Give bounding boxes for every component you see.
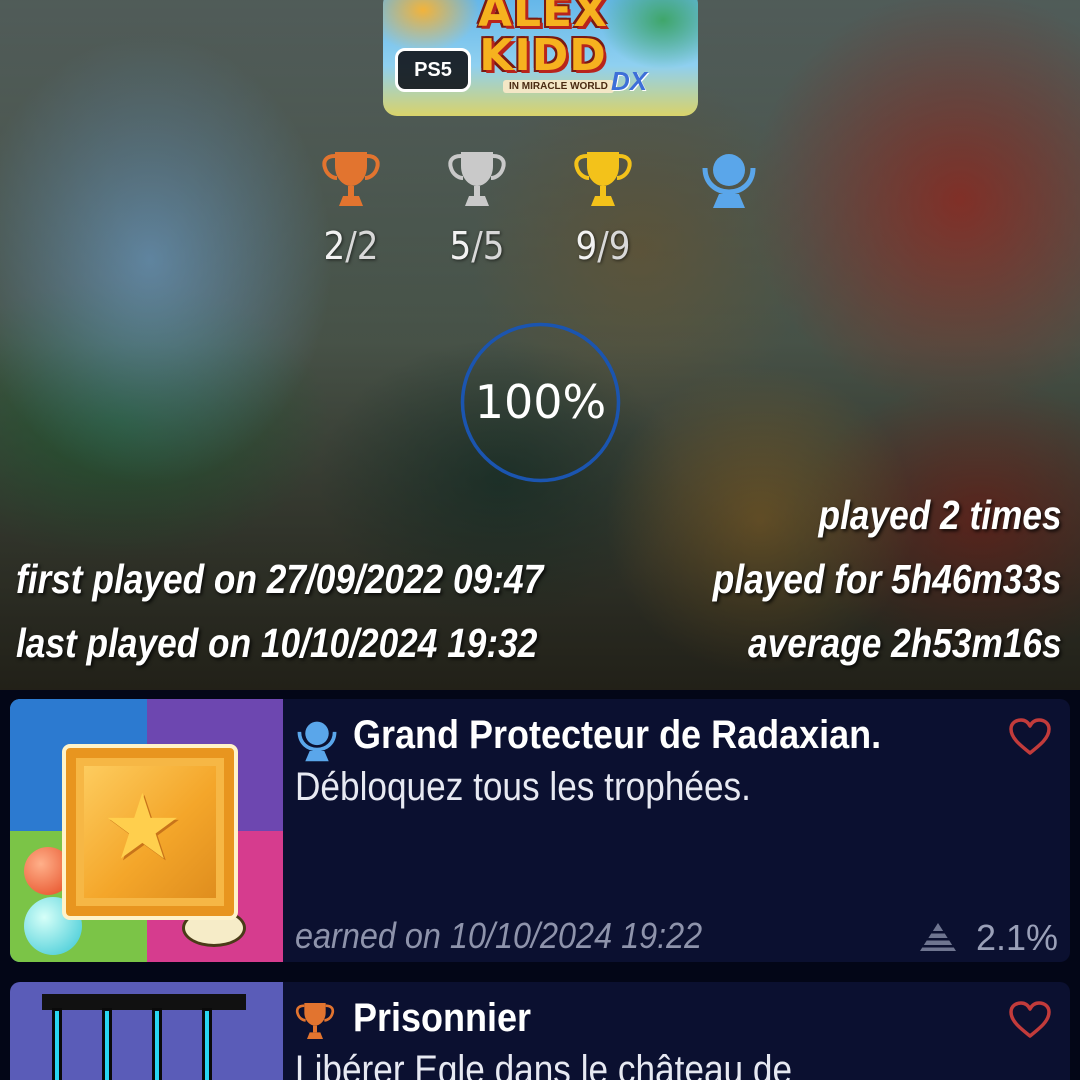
earned-date: earned on 10/10/2024 19:22 xyxy=(295,915,703,956)
trophy-thumbnail: ★ xyxy=(10,699,283,962)
cover-title: ALEX KIDD xyxy=(477,0,609,81)
bronze-total: 2 xyxy=(356,224,379,268)
trophy-description: Libérer Egle dans le château de xyxy=(295,1048,793,1080)
cover-subtitle: IN MIRACLE WORLD xyxy=(503,80,614,93)
game-cover: ALEX KIDD IN MIRACLE WORLD DX PS5 xyxy=(383,0,698,116)
platinum-trophy-stat xyxy=(674,148,784,210)
play-statistics: played 2 times first played on 27/09/202… xyxy=(0,492,1080,682)
trophy-name: Grand Protecteur de Radaxian. xyxy=(353,713,882,757)
last-played: last played on 10/10/2024 19:32 xyxy=(16,620,538,666)
cover-suffix: DX xyxy=(611,66,648,96)
first-played: first played on 27/09/2022 09:47 xyxy=(16,556,544,602)
gold-earned: 9 xyxy=(575,224,598,268)
gold-trophy-icon xyxy=(574,152,632,206)
count-separator: / xyxy=(471,224,483,268)
rarity-percent: 2.1% xyxy=(975,917,1058,958)
silver-trophy-icon xyxy=(448,152,506,206)
play-count: played 2 times xyxy=(818,492,1062,538)
silver-earned: 5 xyxy=(449,224,472,268)
gold-trophy-stat: 9/9 xyxy=(548,148,658,268)
favorite-heart-icon[interactable] xyxy=(1008,1000,1052,1040)
total-playtime: played for 5h46m33s xyxy=(713,556,1062,602)
count-separator: / xyxy=(597,224,609,268)
platinum-trophy-icon xyxy=(297,721,337,762)
completion-percent: 100% xyxy=(474,375,607,429)
platform-badge: PS5 xyxy=(395,48,471,92)
silver-trophy-stat: 5/5 xyxy=(422,148,532,268)
trophy-thumbnail xyxy=(10,982,283,1080)
gold-total: 9 xyxy=(608,224,631,268)
trophy-card[interactable]: ★ Grand Protecteur de Radaxian. Débloque… xyxy=(10,699,1070,962)
trophy-name: Prisonnier xyxy=(353,996,532,1040)
count-separator: / xyxy=(345,224,357,268)
trophy-card[interactable]: Prisonnier Libérer Egle dans le château … xyxy=(10,982,1070,1080)
platinum-trophy-icon xyxy=(702,154,756,208)
rarity-pyramid-icon xyxy=(918,923,958,951)
favorite-heart-icon[interactable] xyxy=(1008,717,1052,757)
bronze-earned: 2 xyxy=(323,224,346,268)
trophy-summary: 2/2 5/5 9/9 xyxy=(0,148,1080,278)
average-playtime: average 2h53m16s xyxy=(748,620,1062,666)
bronze-trophy-icon xyxy=(295,1003,335,1039)
completion-ring: 100% xyxy=(460,322,621,483)
bronze-trophy-icon xyxy=(322,152,380,206)
trophy-description: Débloquez tous les trophées. xyxy=(295,765,751,809)
trophy-list: ★ Grand Protecteur de Radaxian. Débloque… xyxy=(0,690,1080,1080)
bronze-trophy-stat: 2/2 xyxy=(296,148,406,268)
silver-total: 5 xyxy=(482,224,505,268)
